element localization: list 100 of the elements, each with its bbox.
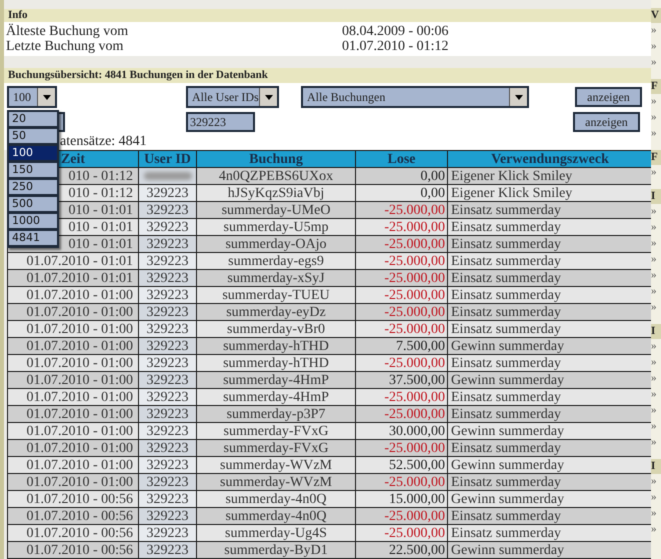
show-button[interactable]: anzeigen bbox=[573, 112, 640, 132]
sidebar-link[interactable]: » bbox=[651, 339, 661, 355]
table-cell: 01.07.2010 - 00:56 bbox=[8, 508, 138, 524]
table-cell: summerday-Ug4S bbox=[196, 524, 356, 542]
table-cell: 01.07.2010 - 00:56 bbox=[8, 490, 138, 508]
table-cell: hJSyKqzS9iaVbj bbox=[196, 184, 356, 202]
table-cell: 329223 bbox=[138, 456, 196, 474]
sidebar-link[interactable]: » bbox=[651, 435, 661, 451]
column-header: Buchung bbox=[196, 150, 356, 168]
table-cell: -25.000,00 bbox=[356, 252, 448, 270]
table-cell: summerday-TUEU bbox=[196, 286, 356, 304]
table-cell: 0,00 bbox=[356, 184, 448, 202]
table-cell: -25.000,00 bbox=[356, 236, 448, 252]
sidebar-link[interactable]: » bbox=[651, 419, 661, 435]
table-cell: Gewinn summerday bbox=[448, 422, 652, 440]
sidebar-link[interactable]: » bbox=[651, 403, 661, 419]
sidebar-heading: I bbox=[651, 189, 661, 204]
dropdown-option[interactable]: 500 bbox=[8, 196, 58, 212]
sidebar-link[interactable]: » bbox=[651, 126, 661, 142]
table-cell: Einsatz summerday bbox=[448, 202, 652, 218]
sidebar-link[interactable]: » bbox=[651, 55, 661, 71]
sidebar-link[interactable]: » bbox=[651, 94, 661, 110]
info-label: Letzte Buchung vom bbox=[6, 39, 124, 54]
sidebar-link[interactable]: » bbox=[651, 355, 661, 371]
table-cell: 329223 bbox=[138, 304, 196, 320]
table-cell: 01.07.2010 - 01:00 bbox=[8, 354, 138, 372]
sidebar-link[interactable]: » bbox=[651, 371, 661, 387]
dropdown-option[interactable]: 50 bbox=[8, 128, 58, 144]
table-cell: 329223 bbox=[138, 490, 196, 508]
sidebar-link[interactable]: » bbox=[651, 300, 661, 316]
sidebar-link[interactable]: » bbox=[651, 165, 661, 181]
table-cell: 30.000,00 bbox=[356, 422, 448, 440]
table-cell: 329223 bbox=[138, 524, 196, 542]
info-label: Älteste Buchung vom bbox=[6, 24, 130, 40]
table-cell: summerday-FVxG bbox=[196, 440, 356, 456]
dropdown-option[interactable]: 150 bbox=[8, 162, 58, 178]
table-cell: 329223 bbox=[138, 236, 196, 252]
section-header: Buchungsübersicht: 4841 Buchungen in der Datenbank bbox=[4, 68, 651, 83]
table-cell: -25.000,00 bbox=[356, 320, 448, 338]
table-cell: 329223 bbox=[138, 372, 196, 388]
table-cell: Gewinn summerday bbox=[448, 372, 652, 388]
table-cell: summerday-ByD1 bbox=[196, 542, 356, 558]
sidebar-link[interactable]: » bbox=[651, 110, 661, 126]
user-id-field[interactable]: 329223 bbox=[186, 112, 255, 132]
table-cell: Einsatz summerday bbox=[448, 474, 652, 490]
table-cell: summerday-egs9 bbox=[196, 252, 356, 270]
table-cell: Einsatz summerday bbox=[448, 304, 652, 320]
dropdown-option[interactable]: 100 bbox=[8, 145, 58, 161]
table-cell: -25.000,00 bbox=[356, 406, 448, 422]
table-cell: summerday-FVxG bbox=[196, 422, 356, 440]
select-field[interactable]: Alle User IDs bbox=[186, 86, 279, 108]
table-cell: 329223 bbox=[138, 354, 196, 372]
show-button[interactable]: anzeigen bbox=[575, 87, 642, 107]
table-cell: 01.07.2010 - 01:00 bbox=[8, 320, 138, 338]
table-cell: 329223 bbox=[138, 388, 196, 406]
sidebar-link[interactable]: » bbox=[651, 284, 661, 300]
sidebar-link[interactable]: » bbox=[651, 39, 661, 55]
table-cell: Gewinn summerday bbox=[448, 490, 652, 508]
table-cell: 01.07.2010 - 01:00 bbox=[8, 456, 138, 474]
table-cell: 329223 bbox=[138, 252, 196, 270]
table-cell: -25.000,00 bbox=[356, 286, 448, 304]
table-cell: Einsatz summerday bbox=[448, 388, 652, 406]
table-cell: 329223 bbox=[138, 422, 196, 440]
table-cell: Einsatz summerday bbox=[448, 320, 652, 338]
dropdown-option[interactable]: 250 bbox=[8, 179, 58, 195]
table-cell: 37.500,00 bbox=[356, 372, 448, 388]
sidebar-link[interactable]: » bbox=[651, 387, 661, 403]
dropdown-option[interactable]: 1000 bbox=[8, 213, 58, 229]
sidebar-link[interactable]: » bbox=[651, 23, 661, 39]
info-value: 08.04.2009 - 00:06 bbox=[342, 24, 449, 40]
sidebar-link[interactable]: » bbox=[651, 204, 661, 220]
table-cell: 01.07.2010 - 01:00 bbox=[8, 474, 138, 490]
dropdown-option[interactable]: 4841 bbox=[8, 230, 58, 246]
table-cell: 01.07.2010 - 01:00 bbox=[8, 372, 138, 388]
select-field[interactable]: Alle Buchungen bbox=[301, 86, 529, 108]
table-cell: summerday-4HmP bbox=[196, 388, 356, 406]
sidebar-link[interactable]: » bbox=[651, 236, 661, 252]
sidebar-link[interactable]: » bbox=[651, 522, 661, 538]
sidebar-link[interactable]: » bbox=[651, 506, 661, 522]
table-cell: 329223 bbox=[138, 270, 196, 286]
sidebar-link[interactable]: » bbox=[651, 268, 661, 284]
sidebar-link[interactable]: » bbox=[651, 474, 661, 490]
table-cell: summerday-hTHD bbox=[196, 354, 356, 372]
table-cell: summerday-4HmP bbox=[196, 372, 356, 388]
sidebar-heading: V bbox=[651, 8, 661, 23]
sidebar-link[interactable]: » bbox=[651, 220, 661, 236]
table-cell: 329223 bbox=[138, 508, 196, 524]
dropdown-option[interactable]: 20 bbox=[8, 111, 58, 127]
sidebar-heading: I bbox=[651, 459, 661, 474]
column-header: Verwendungszweck bbox=[448, 150, 652, 168]
table-cell: 329223 bbox=[138, 338, 196, 354]
table-cell: Eigener Klick Smiley bbox=[448, 168, 652, 184]
sidebar-heading: I bbox=[651, 324, 661, 339]
sidebar-link[interactable]: » bbox=[651, 252, 661, 268]
table-cell: 329223 bbox=[138, 542, 196, 558]
sidebar-link[interactable]: » bbox=[651, 490, 661, 506]
select-field[interactable]: 100 bbox=[7, 86, 57, 108]
table-cell: -25.000,00 bbox=[356, 440, 448, 456]
table-cell: -25.000,00 bbox=[356, 354, 448, 372]
record-count: atensätze: 4841 bbox=[60, 134, 147, 150]
